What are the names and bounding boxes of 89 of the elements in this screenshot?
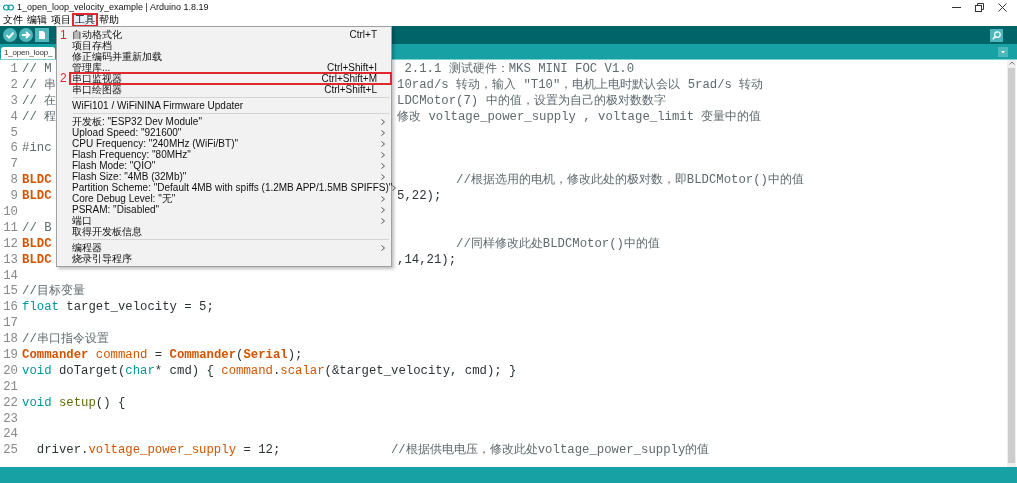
menu-item[interactable]: 取得开发板信息 [70,226,391,237]
upload-icon[interactable] [19,28,33,42]
menu-item[interactable]: 文件 [1,14,25,26]
code-fragment: BLDC [22,173,52,188]
code-fragment: 5,22); [397,189,442,205]
code-fragment: // 在 [22,93,57,108]
menu-item[interactable]: 开发板: "ESP32 Dev Module" [70,116,391,127]
menu-item[interactable]: 管理库... Ctrl+Shift+I [70,62,391,73]
serial-monitor-icon[interactable] [990,28,1003,42]
line-number: 25 [2,443,18,460]
menu-item[interactable]: Partition Scheme: "Default 4MB with spiffs (1.2MB APP/1.5MB SPIFFS)" [70,182,391,193]
menu-item[interactable]: CPU Frequency: "240MHz (WiFi/BT)" [70,138,391,149]
line-number: 4 [9,109,18,126]
line-number: 11 [2,220,18,237]
line-number: 10 [2,205,18,221]
arduino-logo-icon [3,3,14,11]
code-fragment: #inc [22,141,52,156]
line-number: 15 [2,284,18,301]
menu-item[interactable]: 编辑 [25,14,49,26]
menu-item[interactable]: 串口监视器 Ctrl+Shift+M [70,73,391,84]
code-fragment: BLDC [22,189,52,204]
scroll-up-icon[interactable] [1007,60,1016,66]
menu-item[interactable]: WiFi101 / WiFiNINA Firmware Updater [70,100,391,111]
code-line: //目标变量 [22,284,85,301]
code-fragment: //根据选用的电机，修改此处的极对数，即BLDCMotor()中的值 [455,173,804,190]
code-line: //串口指令设置 [22,332,109,349]
line-number: 13 [2,252,18,269]
code-fragment: 修改 voltage_power_supply , voltage_limit 变量中的值 [397,109,762,126]
code-fragment: 2.1.1 测试硬件：MKS MINI FOC V1.0 [403,62,635,78]
menu-item[interactable]: 项目 [49,14,73,26]
line-number: 3 [9,93,18,110]
code-fragment: // B [22,220,52,235]
verify-icon[interactable] [3,28,17,42]
menu-item[interactable]: 端口 [70,215,391,226]
code-fragment: // 串 [22,77,57,92]
line-number: 23 [2,411,18,428]
code-fragment: // M [22,62,52,76]
code-line: void setup() { [22,395,126,412]
code-fragment: BLDC [22,236,52,251]
code-fragment: ,14,21); [397,252,457,269]
menu-item[interactable]: Flash Frequency: "80MHz" [70,149,391,160]
menu-item[interactable]: 项目存档 [70,40,391,51]
menu-item[interactable]: 烧录引导程序 [70,253,391,264]
line-number: 17 [2,316,18,333]
line-number: 24 [2,427,18,444]
line-number: 19 [2,348,18,364]
line-number: 21 [2,379,18,396]
menu-item[interactable]: Flash Size: "4MB (32Mb)" [70,171,391,182]
window-title: 1_open_loop_velocity_example | Arduino 1.8.19 [17,2,209,12]
menu-item[interactable]: Core Debug Level: "无" [70,193,391,204]
line-number: 6 [9,141,18,158]
close-icon[interactable] [998,2,1007,12]
code-fragment: BLDC [22,252,52,267]
menu-item[interactable]: Upload Speed: "921600" [70,127,391,138]
line-number: 1 [9,62,18,78]
line-number: 9 [9,189,18,205]
line-number: 7 [9,157,18,174]
menu-item[interactable]: 帮助 [97,14,121,26]
line-number: 16 [2,300,18,317]
line-number: 12 [2,236,18,253]
menu-item[interactable]: PSRAM: "Disabled" [70,204,391,215]
scrollbar-thumb[interactable] [1008,68,1015,463]
code-line: driver.voltage_power_supply = 12; //根据供电电压，修改此处voltage_power_supply的值 [35,443,710,460]
line-number: 2 [9,77,18,94]
code-fragment: 10rad/s 转动，输入 "T10"，电机上电时默认会以 5rad/s 转动 [397,77,764,94]
file-tab[interactable]: 1_open_loop_ [1,47,56,59]
line-number: 5 [9,125,18,142]
menu-item[interactable]: 自动格式化 Ctrl+T [70,29,391,40]
line-number: 14 [2,268,18,285]
annotation-number: 2 [60,72,67,84]
line-number: 22 [2,395,18,412]
menu-item[interactable]: Flash Mode: "QIO" [70,160,391,171]
tab-menu-icon[interactable] [998,46,1008,57]
menu-item[interactable]: 修正编码并重新加载 [70,51,391,62]
code-line: Commander command = Commander(Serial); [22,348,303,364]
line-number: 8 [9,173,18,190]
menu-item[interactable]: 编程器 [70,242,391,253]
line-number: 18 [2,332,18,349]
code-line: void doTarget(char* cmd) { command.scalar(&target_velocity, cmd); } [22,363,517,380]
code-line: float target_velocity = 5; [22,300,214,317]
menu-item[interactable]: 工具 [73,14,97,26]
annotation-number: 1 [60,29,67,41]
code-fragment: LDCMotor(7) 中的值，设置为自己的极对数数字 [397,93,666,110]
scrollbar[interactable] [1007,60,1016,467]
code-fragment: // 程 [22,109,57,124]
code-fragment: //同样修改此处BLDCMotor()中的值 [455,236,660,253]
line-number: 20 [2,363,18,380]
restore-icon[interactable] [975,2,984,12]
menu-item[interactable]: 串口绘图器 Ctrl+Shift+L [70,84,391,95]
